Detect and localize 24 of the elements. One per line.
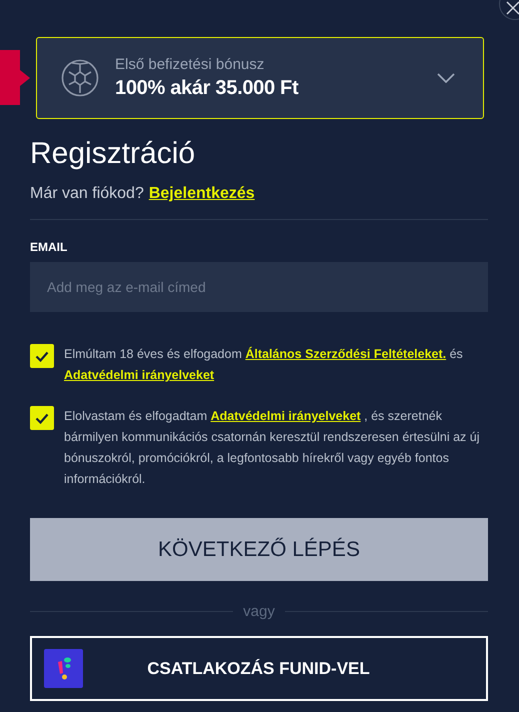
ball-icon <box>61 59 99 97</box>
checkbox[interactable] <box>30 406 54 430</box>
chevron-icon <box>437 73 455 83</box>
funid-logo-icon <box>44 649 83 688</box>
bonus-selector[interactable]: Első befizetési bónusz 100% akár 35.000 Ft <box>36 37 484 119</box>
policy-link[interactable]: Általános Szerződési Feltételeket. <box>245 347 446 361</box>
page-title: Regisztráció <box>30 137 196 171</box>
check-icon <box>35 350 49 362</box>
consent-text: Elolvastam és elfogadtam Adatvédelmi irányelveket , és szeretnék bármilyen kommunikációs csatornán keresztül rendszeresen értesülni az új bónuszokról, promóciókról, a legfontosabb hírekről vagy egyéb fontos információkról. <box>64 408 480 488</box>
policy-link[interactable]: Adatvédelmi irányelveket <box>64 368 214 382</box>
bonus-label: Első befizetési bónusz <box>115 56 266 73</box>
separator-text: vagy <box>243 603 275 620</box>
login-link[interactable]: Bejelentkezés <box>148 185 255 203</box>
login-prompt: Már van fiókod? <box>30 185 144 203</box>
email-input[interactable]: Add meg az e-mail címed <box>30 262 488 312</box>
close-icon <box>506 1 519 15</box>
email-label: EMAIL <box>30 240 68 254</box>
check-icon <box>35 412 49 424</box>
consent-text: Elmúltam 18 éves és elfogadom Általános Szerződési Feltételeket. és Adatvédelmi irányelveket <box>64 346 464 384</box>
checkbox[interactable] <box>30 344 54 368</box>
funid-button[interactable]: CSATLAKOZÁS FUNID-VEL <box>30 636 488 701</box>
funid-label: CSATLAKOZÁS FUNID-VEL <box>146 658 371 678</box>
policy-link[interactable]: Adatvédelmi irányelveket <box>210 409 361 423</box>
bonus-amount: 100% akár 35.000 Ft <box>115 77 300 100</box>
